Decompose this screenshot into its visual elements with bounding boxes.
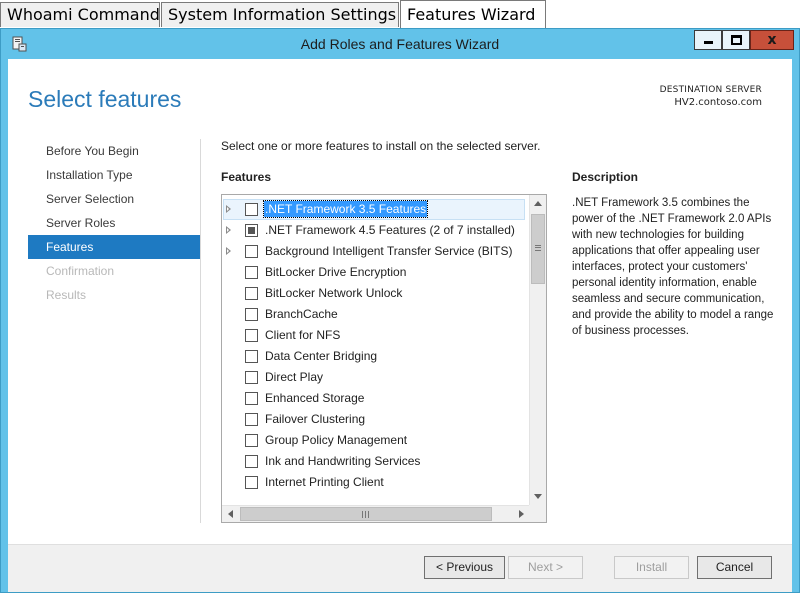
grip-icon [535,245,541,251]
minimize-icon [704,41,713,44]
feature-checkbox[interactable] [245,266,258,279]
close-icon: x [767,32,777,48]
title-bar[interactable]: Add Roles and Features Wizard x [1,29,799,59]
install-button[interactable]: Install [614,556,689,579]
vertical-scrollbar[interactable] [529,195,546,505]
feature-checkbox[interactable] [245,434,258,447]
list-item[interactable]: BitLocker Network Unlock [222,283,526,304]
maximize-button[interactable] [722,30,750,50]
feature-label: Failover Clustering [265,412,366,426]
feature-label: BitLocker Drive Encryption [265,265,407,279]
next-button[interactable]: Next > [508,556,583,579]
scroll-corner [529,505,546,522]
feature-label: Background Intelligent Transfer Service … [265,244,513,258]
instruction-text: Select one or more features to install o… [221,139,541,153]
feature-label: Data Center Bridging [265,349,378,363]
page-title: Select features [28,86,182,112]
horizontal-scroll-thumb[interactable] [240,507,492,521]
feature-label: BranchCache [265,307,338,321]
scroll-left-button[interactable] [222,506,239,522]
feature-label: Enhanced Storage [265,391,365,405]
feature-checkbox[interactable] [245,455,258,468]
nav-item-results: Results [46,288,87,302]
description-text: .NET Framework 3.5 combines the power of… [572,197,774,337]
feature-label: Client for NFS [265,328,341,342]
feature-checkbox[interactable] [245,308,258,321]
list-item[interactable]: Data Center Bridging [222,346,526,367]
nav-item-server-roles[interactable]: Server Roles [28,211,200,235]
feature-label: Internet Printing Client [265,475,384,489]
wizard-footer: < Previous Next > Install Cancel [8,544,792,592]
feature-checkbox[interactable] [245,413,258,426]
feature-checkbox[interactable] [245,203,258,216]
arrow-down-icon [534,494,542,499]
list-item[interactable]: Group Policy Management [222,430,526,451]
tab-features-wizard[interactable]: Features Wizard [400,0,546,28]
scroll-right-button[interactable] [513,506,530,522]
list-item[interactable]: .NET Framework 4.5 Features (2 of 7 inst… [222,220,526,241]
list-item[interactable]: BranchCache [222,304,526,325]
list-item[interactable]: BitLocker Drive Encryption [222,262,526,283]
list-item[interactable]: Internet Printing Client [222,472,526,493]
nav-item-installation-type[interactable]: Installation Type [28,163,200,187]
scroll-down-button[interactable] [530,488,546,505]
list-item[interactable]: Background Intelligent Transfer Service … [222,241,526,262]
list-item[interactable]: Client for NFS [222,325,526,346]
destination-server-name: HV2.contoso.com [674,97,762,108]
feature-label: Group Policy Management [265,433,408,447]
triangle-right-icon[interactable] [226,205,231,213]
list-item[interactable]: Failover Clustering [222,409,526,430]
list-item[interactable]: .NET Framework 3.5 Features [222,199,526,220]
tab-system-information-settings[interactable]: System Information Settings [161,2,399,27]
feature-checkbox[interactable] [245,224,258,237]
feature-label: Direct Play [265,370,324,384]
wizard-nav: Before You Begin Installation Type Serve… [28,139,200,307]
triangle-right-icon[interactable] [226,226,231,234]
feature-checkbox[interactable] [245,245,258,258]
feature-checkbox[interactable] [245,329,258,342]
tab-whoami-command[interactable]: Whoami Command [0,2,160,27]
feature-label: BitLocker Network Unlock [265,286,403,300]
grip-icon [362,511,369,518]
destination-server-label: DESTINATION SERVER [659,85,762,95]
feature-checkbox[interactable] [245,392,258,405]
nav-item-server-selection[interactable]: Server Selection [28,187,200,211]
list-item[interactable]: Ink and Handwriting Services [222,451,526,472]
nav-item-features[interactable]: Features [28,235,200,259]
vertical-scroll-thumb[interactable] [531,214,545,284]
feature-label: Ink and Handwriting Services [265,454,421,468]
horizontal-scrollbar[interactable] [222,505,530,522]
features-list[interactable]: .NET Framework 3.5 Features .NET Framewo… [221,194,547,523]
window-title: Add Roles and Features Wizard [300,36,500,52]
tab-strip: Whoami Command System Information Settin… [0,0,804,28]
arrow-right-icon [519,510,524,518]
feature-checkbox[interactable] [245,371,258,384]
nav-item-confirmation: Confirmation [46,264,115,278]
arrow-up-icon [534,201,542,206]
features-rows: .NET Framework 3.5 Features .NET Framewo… [222,199,526,493]
features-heading: Features [221,170,272,184]
feature-label: .NET Framework 4.5 Features (2 of 7 inst… [265,223,515,237]
cancel-button[interactable]: Cancel [697,556,772,579]
close-button[interactable]: x [750,30,794,50]
nav-divider [200,139,201,523]
list-item[interactable]: Enhanced Storage [222,388,526,409]
feature-checkbox[interactable] [245,476,258,489]
feature-checkbox[interactable] [245,350,258,363]
list-item[interactable]: Direct Play [222,367,526,388]
feature-label: .NET Framework 3.5 Features [262,200,429,218]
scroll-up-button[interactable] [530,195,546,212]
description-heading: Description [572,170,639,184]
triangle-right-icon[interactable] [226,247,231,255]
previous-button[interactable]: < Previous [424,556,505,579]
maximize-icon [731,35,742,45]
arrow-left-icon [228,510,233,518]
minimize-button[interactable] [694,30,722,50]
nav-item-before-you-begin[interactable]: Before You Begin [28,139,200,163]
feature-checkbox[interactable] [245,287,258,300]
